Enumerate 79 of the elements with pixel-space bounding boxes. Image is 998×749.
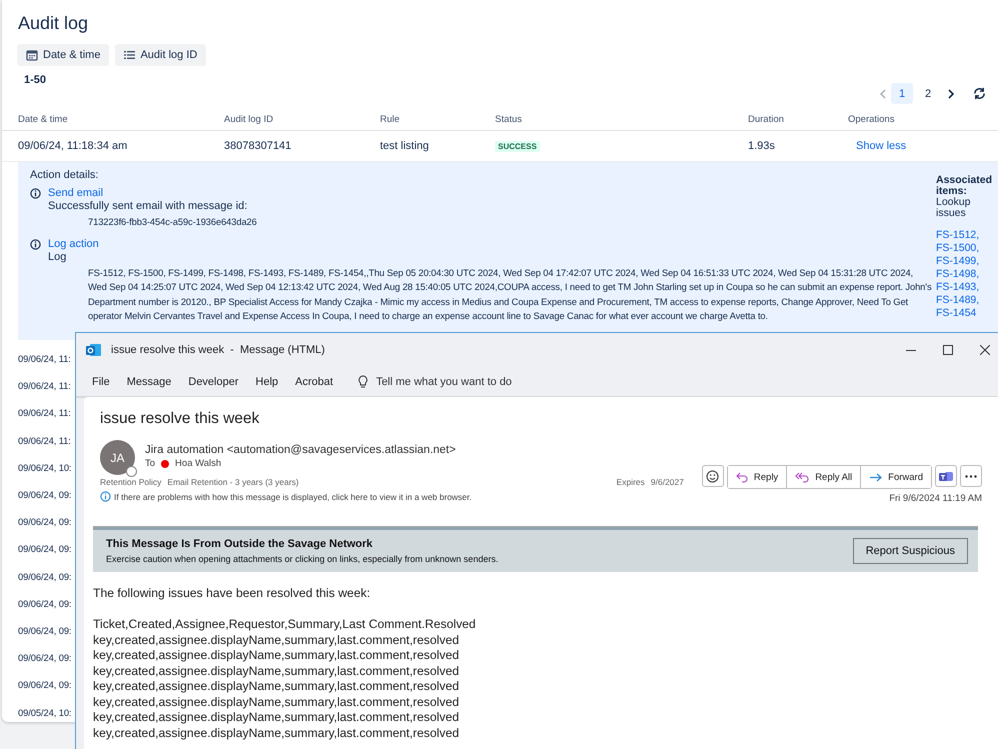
filter-button[interactable]: Date & time (17, 44, 110, 66)
associated-title: Associated items: (936, 175, 994, 197)
show-less-link[interactable]: Show less (848, 140, 998, 152)
body-line: key,created,assignee.displayName,summary,last.comment,resolved (93, 664, 460, 679)
banner-text: Exercise caution when opening attachments or clicking on links, especially from unknown senders. (106, 554, 498, 564)
table-cell: 09/06/24, 11: (18, 434, 71, 446)
recipient-name: Hoa Walsh (175, 458, 222, 469)
message-subject: issue resolve this week (99, 409, 260, 428)
info-message[interactable]: If there are problems with how this message is displayed, click here to view it in a web browser. (114, 492, 472, 502)
table-cell: 09/06/24, 09: (18, 652, 72, 664)
column-header: Rule (380, 114, 401, 124)
table-cell: 09/06/24, 09: (18, 679, 72, 690)
associated-subtitle: Lookup issues (936, 197, 972, 219)
table-cell: 09/06/24, 09: (18, 570, 72, 582)
table-cell: 09/06/24, 09: (18, 489, 72, 500)
details-title: Action details: (30, 169, 100, 181)
table-cell-text: 1.93s (748, 140, 776, 152)
table-cell-text: 09/06/24, 11:18:34 am (18, 140, 128, 152)
body-line: Ticket,Created,Assignee,Requestor,Summary,Last Comment.Resolved (93, 617, 477, 632)
expires-label: Expires (616, 477, 645, 487)
received-time: Fri 9/6/2024 11:19 AM (889, 493, 982, 504)
tell-me-field[interactable]: Tell me what you want to do (376, 376, 556, 388)
table-cell: 09/06/24, 09: (18, 516, 72, 528)
menu-item[interactable]: File (92, 376, 110, 388)
page-button[interactable]: 1 (891, 83, 913, 104)
body-line: key,created,assignee.displayName,summary,last.comment,resolved (93, 632, 460, 648)
menu-item[interactable]: Acrobat (295, 376, 334, 388)
column-header: Status (495, 114, 523, 124)
issue-link[interactable]: FS-1499, (936, 255, 998, 268)
to-label: To (145, 458, 156, 469)
issue-link[interactable]: FS-1512, (936, 229, 998, 242)
column-header: Duration (748, 114, 785, 124)
body-line: The following issues have been resolved this week: (93, 586, 372, 602)
table-cell: 09/06/24, 10: (18, 462, 72, 473)
banner-title: This Message Is From Outside the Savage Network (106, 538, 374, 550)
issue-link[interactable]: FS-1498, (936, 268, 998, 281)
body-line: key,created,assignee.displayName,summary,last.comment,resolved (93, 694, 460, 710)
issue-link[interactable]: FS-1500, (936, 242, 998, 255)
action-link[interactable]: Send email (48, 187, 936, 199)
expires-date: 9/6/2027 (650, 477, 684, 487)
action-link[interactable]: Log action (48, 238, 936, 250)
retention-label: Retention Policy (100, 477, 162, 487)
column-header: Audit log ID (224, 114, 274, 124)
table-cell: 09/06/24, 09: (18, 543, 72, 554)
issue-link[interactable]: FS-1454 (936, 307, 998, 320)
status-lozenge: SUCCESS (495, 140, 540, 152)
table-cell: 09/06/24, 11: (18, 407, 71, 418)
table-cell: 09/05/24, 10: (18, 706, 72, 718)
menu-item[interactable]: Message (126, 376, 172, 388)
body-line: key,created,assignee.displayName,summary,last.comment,resolved (93, 710, 460, 726)
issue-link[interactable]: FS-1493, (936, 281, 998, 294)
filter-button[interactable]: Audit log ID (115, 44, 206, 66)
body-line: key,created,assignee.displayName,summary,last.comment,resolved (93, 679, 460, 694)
column-header: Date & time (18, 114, 69, 124)
table-cell: 09/06/24, 09: (18, 598, 72, 609)
action-description: Log (48, 250, 68, 263)
report-suspicious-button[interactable]: Report Suspicious (852, 538, 968, 564)
table-cell: 09/06/24, 11: (18, 353, 71, 364)
body-line: key,created,assignee.displayName,summary,last.comment,resolved (93, 726, 460, 741)
window-title: issue resolve this week - Message (HTML) (111, 344, 326, 356)
page-title: Audit log (17, 12, 90, 34)
issue-link[interactable]: FS-1489, (936, 294, 998, 307)
body-line: key,created,assignee.displayName,summary,last.comment,resolved (93, 648, 460, 664)
action-description: Successfully sent email with message id: (48, 200, 248, 212)
column-header: Operations (848, 114, 896, 124)
sender-avatar: JA (100, 440, 135, 475)
table-cell-text: test listing (380, 140, 430, 152)
retention-value: Email Retention - 3 years (3 years) (167, 477, 300, 487)
action-detail: 713223f6-fbb3-454c-a59c-1936e643da26 (88, 215, 258, 229)
table-cell: 09/06/24, 11: (18, 380, 71, 392)
action-detail: FS-1512, FS-1500, FS-1499, FS-1498, FS-1493, FS-1489, FS-1454,,Thu Sep 05 20:04:30 UTC 2024, Wed Sep 04 17:42:07 UTC 2024, Wed Sep 04 16:51:33 UTC 2024, Wed Sep 04 15:31:28 UTC 2024, Wed Sep 04 14:25:07 UTC 2024, Wed Sep 04 12:13:42 UTC 2024, Wed Aug 28 15:40:05 UTC 2024,COUPA access, I need to get TM John Starling set up in Coupa so he can submit an expense report. John's Department number is 20120., BP Specialist Access for Mandy Czajka - Mimic my access in Medius and Coupa Expense and Procurement, TM access to expense reports, Change Approver, Need To Get operator Melvin Cervantes Travel and Expense Access In Coupa, I need to charge an expense account line to Savage Canac for what ever account we charge Avetta to. (88, 266, 933, 324)
sender-address: Jira automation <automation@savageservices.atlassian.net> (145, 444, 456, 456)
table-cell-text: 38078307141 (224, 140, 292, 152)
page-button[interactable]: 2 (917, 83, 939, 104)
message-action-button[interactable]: Reply (728, 466, 788, 488)
table-cell: 09/06/24, 09: (18, 624, 72, 636)
menu-item[interactable]: Help (256, 376, 278, 388)
result-range: 1-50 (24, 73, 46, 86)
menu-item[interactable]: Developer (188, 376, 239, 388)
